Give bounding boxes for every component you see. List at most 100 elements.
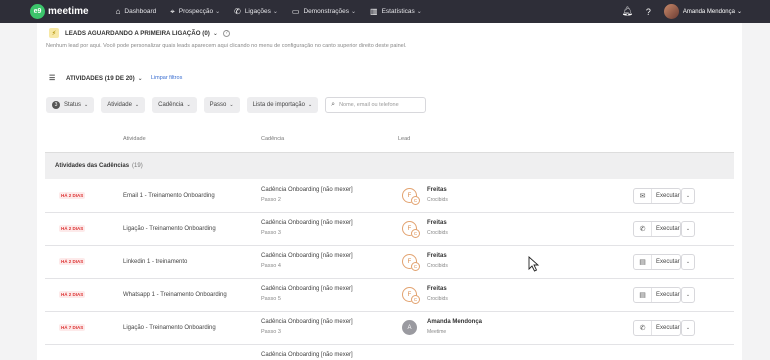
nav-label: Prospecção <box>178 8 214 15</box>
search-placeholder: Nome, email ou telefone <box>339 102 399 108</box>
due-badge: HÁ 7 DIAS <box>59 324 86 331</box>
execute-button[interactable]: ✆ Executar <box>633 320 681 336</box>
table-row[interactable]: HÁ 2 DIAS Whatsapp 1 - Treinamento Onboar… <box>45 279 734 312</box>
execute-dropdown-button[interactable]: ⌄ <box>681 188 695 204</box>
nav-item-ligações[interactable]: ✆ Ligações ⌄ <box>234 7 278 16</box>
search-input[interactable]: ⌕ Nome, email ou telefone <box>325 97 427 113</box>
cadence-name: Cadência Onboarding [não mexer] <box>261 220 353 226</box>
top-navbar: e9 meetime ⌂ Dashboard ⌖ Prospecção ⌄ ✆ Ligaçõ… <box>0 0 770 23</box>
activity-name[interactable]: Ligação - Treinamento Onboarding <box>123 325 216 331</box>
lightning-icon: ⚡︎ <box>49 28 59 38</box>
chevron-down-icon: ⌄ <box>685 292 691 298</box>
main-nav: ⌂ Dashboard ⌖ Prospecção ⌄ ✆ Ligações ⌄ ▭ Demonst… <box>116 7 436 17</box>
help-icon[interactable]: ? <box>223 29 231 37</box>
nav-item-demonstrações[interactable]: ▭ Demonstrações ⌄ <box>292 7 356 16</box>
chevron-down-icon: ⌄ <box>416 9 422 15</box>
filter-3[interactable]: Passo ⌄ <box>203 97 240 113</box>
chevron-down-icon: ⌄ <box>736 9 742 15</box>
lead-company-avatar: C <box>411 196 420 205</box>
group-count: (19) <box>132 163 143 169</box>
meetime-logo[interactable]: e9 meetime <box>30 0 89 23</box>
chevron-down-icon: ⌄ <box>307 102 313 108</box>
activity-name[interactable]: Linkedin 1 - treinamento <box>123 259 187 265</box>
cadence-name: Cadência Onboarding [não mexer] <box>261 286 353 292</box>
leads-empty-message: Nenhum lead por aqui. Você pode personal… <box>46 43 407 49</box>
execute-label: Executar <box>656 193 680 199</box>
execute-button[interactable]: ✆ Executar <box>633 221 681 237</box>
phone-icon: ✆ <box>234 7 241 16</box>
user-avatar[interactable] <box>663 4 679 19</box>
lead-name[interactable]: Freitas <box>427 286 447 292</box>
filter-label: Status <box>64 102 82 108</box>
filter-0[interactable]: 3 Status ⌄ <box>46 97 95 113</box>
execute-button[interactable]: ▤ Executar <box>633 254 681 270</box>
logo-badge: e9 <box>30 4 45 19</box>
lead-name[interactable]: Freitas <box>427 220 447 226</box>
table-row[interactable]: HÁ 7 DIAS Ligação - Treinamento Onboardin… <box>45 312 734 345</box>
nav-item-dashboard[interactable]: ⌂ Dashboard <box>116 7 157 16</box>
table-row[interactable]: HÁ 2 DIAS Linkedin 1 - treinamento Cadênci… <box>45 246 734 279</box>
filter-label: Atividade <box>107 102 132 108</box>
activity-name[interactable]: Email 1 - Treinamento Onboarding <box>123 193 215 199</box>
leads-section-title: LEADS AGUARDANDO A PRIMEIRA LIGAÇÃO (0) <box>65 29 210 37</box>
user-menu[interactable]: Amanda Mendonça ⌄ <box>683 8 742 15</box>
due-badge: HÁ 2 DIAS <box>59 225 86 232</box>
cadence-name: Cadência Onboarding [não mexer] <box>261 187 353 193</box>
nav-item-prospecção[interactable]: ⌖ Prospecção ⌄ <box>170 7 220 17</box>
cadence-step: Passo 2 <box>261 197 281 203</box>
due-badge: HÁ 2 DIAS <box>59 291 86 298</box>
table-row[interactable]: HÁ 2 DIAS Ligação - Treinamento Onboardin… <box>45 213 734 246</box>
chevron-down-icon: ⌄ <box>685 325 691 331</box>
mail-icon: ✉ <box>634 189 652 203</box>
nav-item-estatísticas[interactable]: ▥ Estatísticas ⌄ <box>370 7 422 16</box>
lead-company-avatar: C <box>411 295 420 304</box>
filter-4[interactable]: Lista de importação ⌄ <box>246 97 319 113</box>
nav-label: Ligações <box>244 8 271 15</box>
execute-dropdown-button[interactable]: ⌄ <box>681 320 695 336</box>
search-icon: ⌕ <box>331 101 336 108</box>
filter-label: Passo <box>209 102 227 108</box>
lead-company-avatar: C <box>411 262 420 271</box>
cadence-activities-group: Atividades das Cadências (19) <box>45 152 734 179</box>
cadence-step: Passo 5 <box>261 296 281 302</box>
execute-button[interactable]: ▤ Executar <box>633 287 681 303</box>
lead-name[interactable]: Freitas <box>427 253 447 259</box>
execute-dropdown-button[interactable]: ⌄ <box>681 254 695 270</box>
lead-company: Crocibids <box>427 296 448 302</box>
activities-header: ☰ ATIVIDADES (19 DE 20) ⌄ Limpar filtros <box>49 74 182 83</box>
help-icon[interactable]: ? <box>646 7 651 17</box>
chevron-down-icon: ⌄ <box>215 9 221 15</box>
activity-name[interactable]: Whatsapp 1 - Treinamento Onboarding <box>123 292 227 298</box>
cadence-step: Passo 4 <box>261 263 281 269</box>
bell-icon[interactable]: 🔔︎ <box>621 6 632 17</box>
activity-name[interactable]: Ligação - Treinamento Onboarding <box>123 226 216 232</box>
leads-section-header: ⚡︎ LEADS AGUARDANDO A PRIMEIRA LIGAÇÃO (… <box>49 28 231 38</box>
filter-count-badge: 3 <box>52 101 60 109</box>
filter-2[interactable]: Cadência ⌄ <box>152 97 197 113</box>
crosshair-icon: ⌖ <box>170 6 175 16</box>
chevron-down-icon: ⌄ <box>134 102 140 108</box>
filter-bar: 3 Status ⌄ Atividade ⌄ Cadência ⌄ Passo ⌄ Lista d… <box>46 97 427 113</box>
chevron-down-icon: ⌄ <box>229 102 234 108</box>
cadence-name: Cadência Onboarding [não mexer] <box>261 253 353 259</box>
lead-name[interactable]: Freitas <box>427 187 447 193</box>
table-row[interactable]: Cadência Onboarding [não mexer] <box>45 345 734 360</box>
chat-icon: ▤ <box>634 255 652 269</box>
chevron-down-icon: ⌄ <box>84 102 89 108</box>
table-row[interactable]: HÁ 2 DIAS Email 1 - Treinamento Onboardin… <box>45 180 734 213</box>
lead-company: Meetime <box>427 329 447 335</box>
filter-1[interactable]: Atividade ⌄ <box>101 97 146 113</box>
lead-name[interactable]: Amanda Mendonça <box>427 319 482 325</box>
execute-dropdown-button[interactable]: ⌄ <box>681 221 695 237</box>
nav-label: Demonstrações <box>303 8 349 15</box>
execute-dropdown-button[interactable]: ⌄ <box>681 287 695 303</box>
cadence-step: Passo 3 <box>261 230 281 236</box>
lead-company: Crocibids <box>427 197 448 203</box>
chat-icon: ▤ <box>634 288 652 302</box>
clear-filters-link[interactable]: Limpar filtros <box>151 75 182 81</box>
nav-label: Dashboard <box>124 8 157 15</box>
chevron-down-icon[interactable]: ⌄ <box>213 30 218 37</box>
chevron-down-icon[interactable]: ⌄ <box>138 75 143 82</box>
activities-title: ATIVIDADES (19 DE 20) <box>66 74 135 82</box>
execute-button[interactable]: ✉ Executar <box>633 188 681 204</box>
